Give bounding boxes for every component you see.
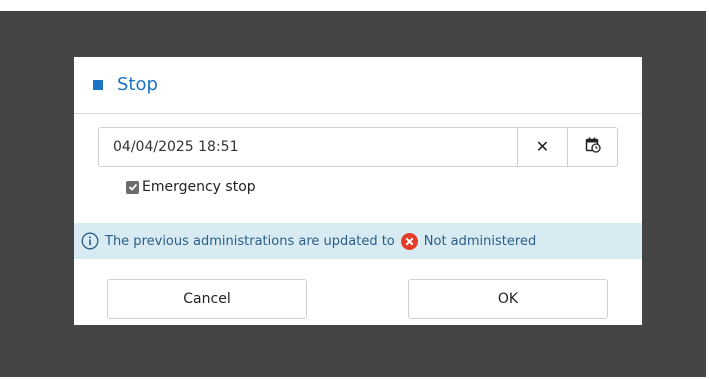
datetime-input[interactable] — [99, 128, 517, 166]
info-icon — [81, 232, 99, 250]
ok-button[interactable]: OK — [408, 279, 608, 319]
cancel-button[interactable]: Cancel — [107, 279, 307, 319]
info-message: The previous administrations are updated… — [74, 223, 642, 259]
datetime-field-group: ✕ — [98, 127, 618, 167]
checkmark-icon — [128, 183, 137, 191]
title-square-icon — [93, 80, 103, 90]
dialog-header: Stop — [74, 57, 642, 114]
calendar-clock-icon — [585, 137, 601, 157]
close-icon: ✕ — [535, 137, 550, 156]
emergency-stop-option[interactable]: Emergency stop — [126, 178, 256, 196]
info-text: The previous administrations are updated… — [105, 233, 395, 249]
stop-dialog: Stop ✕ Em — [74, 57, 642, 325]
dialog-title: Stop — [117, 74, 158, 95]
clear-datetime-button[interactable]: ✕ — [517, 128, 567, 166]
error-circle-icon — [400, 232, 418, 250]
calendar-button[interactable] — [567, 128, 617, 166]
emergency-stop-checkbox[interactable] — [126, 180, 139, 194]
status-text: Not administered — [423, 233, 537, 249]
emergency-stop-label: Emergency stop — [142, 179, 256, 195]
